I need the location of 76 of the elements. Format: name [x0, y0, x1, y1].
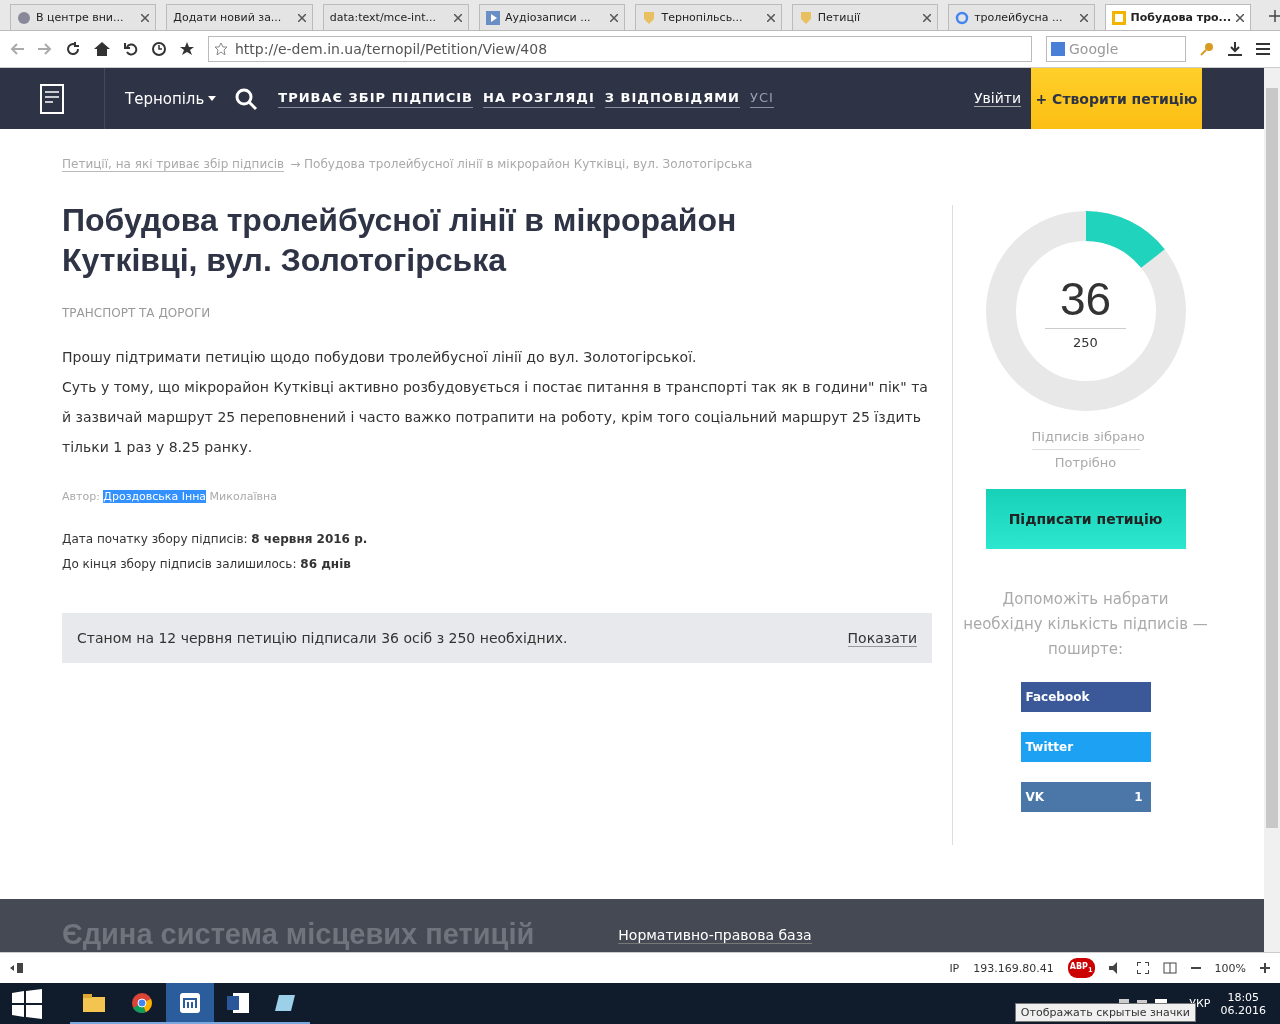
close-icon[interactable]: [141, 13, 150, 22]
close-icon[interactable]: [454, 13, 463, 22]
browser-tab[interactable]: Тернопільсь...: [635, 4, 782, 30]
clock[interactable]: 18:05 06.2016: [1220, 990, 1266, 1017]
close-icon[interactable]: [766, 13, 775, 22]
close-icon[interactable]: [297, 13, 306, 22]
footer-link[interactable]: Нормативно-правова база: [618, 927, 812, 944]
close-icon[interactable]: [1079, 13, 1088, 22]
avatar-icon: [17, 10, 31, 25]
close-icon[interactable]: [923, 13, 932, 22]
address-bar[interactable]: http://e-dem.in.ua/ternopil/Petition/View/408: [208, 36, 1032, 62]
bookmark-star-icon[interactable]: [215, 43, 227, 55]
close-icon[interactable]: [1236, 13, 1245, 22]
sidebar-toggle-icon[interactable]: [10, 962, 24, 974]
download-icon[interactable]: [1228, 42, 1242, 56]
nav-link[interactable]: ТРИВАЄ ЗБІР ПІДПИСІВ: [278, 89, 473, 108]
petition-text: Суть у тому, що мікрорайон Кутківці активно розбудовується і постає питання в транспорті так як в години" пік" та й зазвичай маршрут 25 переповнений і часто важко потрапити на роботу, крім того соціальний маршрут 25 їздить тільки 1 раз у 8.25 ранку.: [62, 378, 929, 457]
document-icon: [1111, 10, 1126, 25]
browser-tab[interactable]: Аудіозаписи ...: [479, 4, 626, 30]
star-icon[interactable]: [180, 42, 194, 56]
petition-title: Побудова тролейбусної лінії в мікрорайон Кутківці, вул. Золотогірська: [62, 201, 738, 280]
search-icon[interactable]: [234, 86, 259, 111]
folder-icon: [83, 993, 105, 1012]
menu-icon[interactable]: [1256, 43, 1270, 55]
split-view-icon[interactable]: [1162, 962, 1177, 974]
show-link[interactable]: Показати: [847, 629, 917, 647]
reload-icon[interactable]: [66, 42, 80, 56]
taskbar-app[interactable]: [166, 983, 214, 1024]
status-text: Станом на 12 червня петицію підписали 36 осіб з 250 необхідних.: [77, 630, 568, 646]
undo-icon[interactable]: [124, 42, 138, 56]
share-button[interactable]: Facebook: [1020, 682, 1151, 712]
browser-tab[interactable]: Побудова тро...: [1104, 4, 1252, 30]
fullscreen-icon[interactable]: [1136, 962, 1149, 974]
city-dropdown[interactable]: Тернопіль: [125, 89, 217, 108]
caret-icon: [208, 96, 217, 101]
browser-tab[interactable]: тролейбусна ...: [948, 4, 1095, 30]
browser-tab[interactable]: В центре вни...: [10, 4, 157, 30]
play-icon: [486, 10, 501, 25]
zoom-in-icon[interactable]: [1260, 963, 1270, 973]
crest-icon: [642, 10, 657, 25]
sign-button[interactable]: Підписати петицію: [985, 489, 1186, 549]
url-text: http://e-dem.in.ua/ternopil/Petition/View/408: [235, 41, 548, 57]
adblock-badge[interactable]: ABP$_{1}$: [1067, 958, 1095, 978]
login-link[interactable]: Увійти: [973, 90, 1021, 107]
ip-label: IP: [949, 961, 960, 975]
create-petition-button[interactable]: + Створити петицію: [1031, 68, 1202, 129]
needed-label: Потрібно: [1053, 454, 1118, 472]
windows-icon[interactable]: [12, 988, 42, 1019]
collected-count: 36: [1044, 272, 1127, 329]
petition-text: Прошу підтримати петицію щодо побудови тролейбусної лінії до вул. Золотогірської.: [62, 348, 698, 367]
date-info: До кінця збору підписів залишилось: 86 днів: [62, 556, 352, 573]
document-icon[interactable]: [40, 83, 64, 114]
crest-icon: [798, 10, 813, 25]
scroll-thumb[interactable]: [1266, 88, 1278, 828]
nav-link[interactable]: УСІ: [749, 89, 774, 108]
share-text: Допоможіть набрати необхідну кількість підписів — поширте:: [962, 589, 1209, 660]
share-button[interactable]: VK 1: [1020, 782, 1151, 812]
close-icon[interactable]: [610, 13, 619, 22]
nav-link[interactable]: НА РОЗГЛЯДІ: [483, 89, 595, 108]
category-label: ТРАНСПОРТ ТА ДОРОГИ: [62, 306, 212, 320]
browser-tab[interactable]: Додати новий за...: [166, 4, 313, 30]
ip-address: 193.169.80.41: [973, 961, 1054, 975]
nav-link[interactable]: З ВІДПОВІДЯМИ: [604, 89, 740, 108]
author-label: Автор:: [62, 490, 100, 503]
browser-tab[interactable]: Петиції: [791, 4, 939, 30]
date-info: Дата початку збору підписів: 8 червня 2016 р.: [62, 531, 369, 548]
clock-icon[interactable]: [152, 42, 166, 56]
notepad-icon: [275, 992, 297, 1013]
zoom-level: 100%: [1214, 961, 1246, 975]
breadcrumb-current: → Побудова тролейбусної лінії в мікрорайон Кутківці, вул. Золотогірська: [290, 157, 753, 172]
new-tab-icon[interactable]: [1269, 10, 1280, 22]
needed-count: 250: [1073, 335, 1098, 350]
browser-tab[interactable]: data:text/mce-int...: [322, 4, 470, 30]
scrollbar[interactable]: [1264, 68, 1280, 952]
home-icon[interactable]: [94, 42, 110, 56]
search-placeholder: Google: [1069, 41, 1119, 57]
